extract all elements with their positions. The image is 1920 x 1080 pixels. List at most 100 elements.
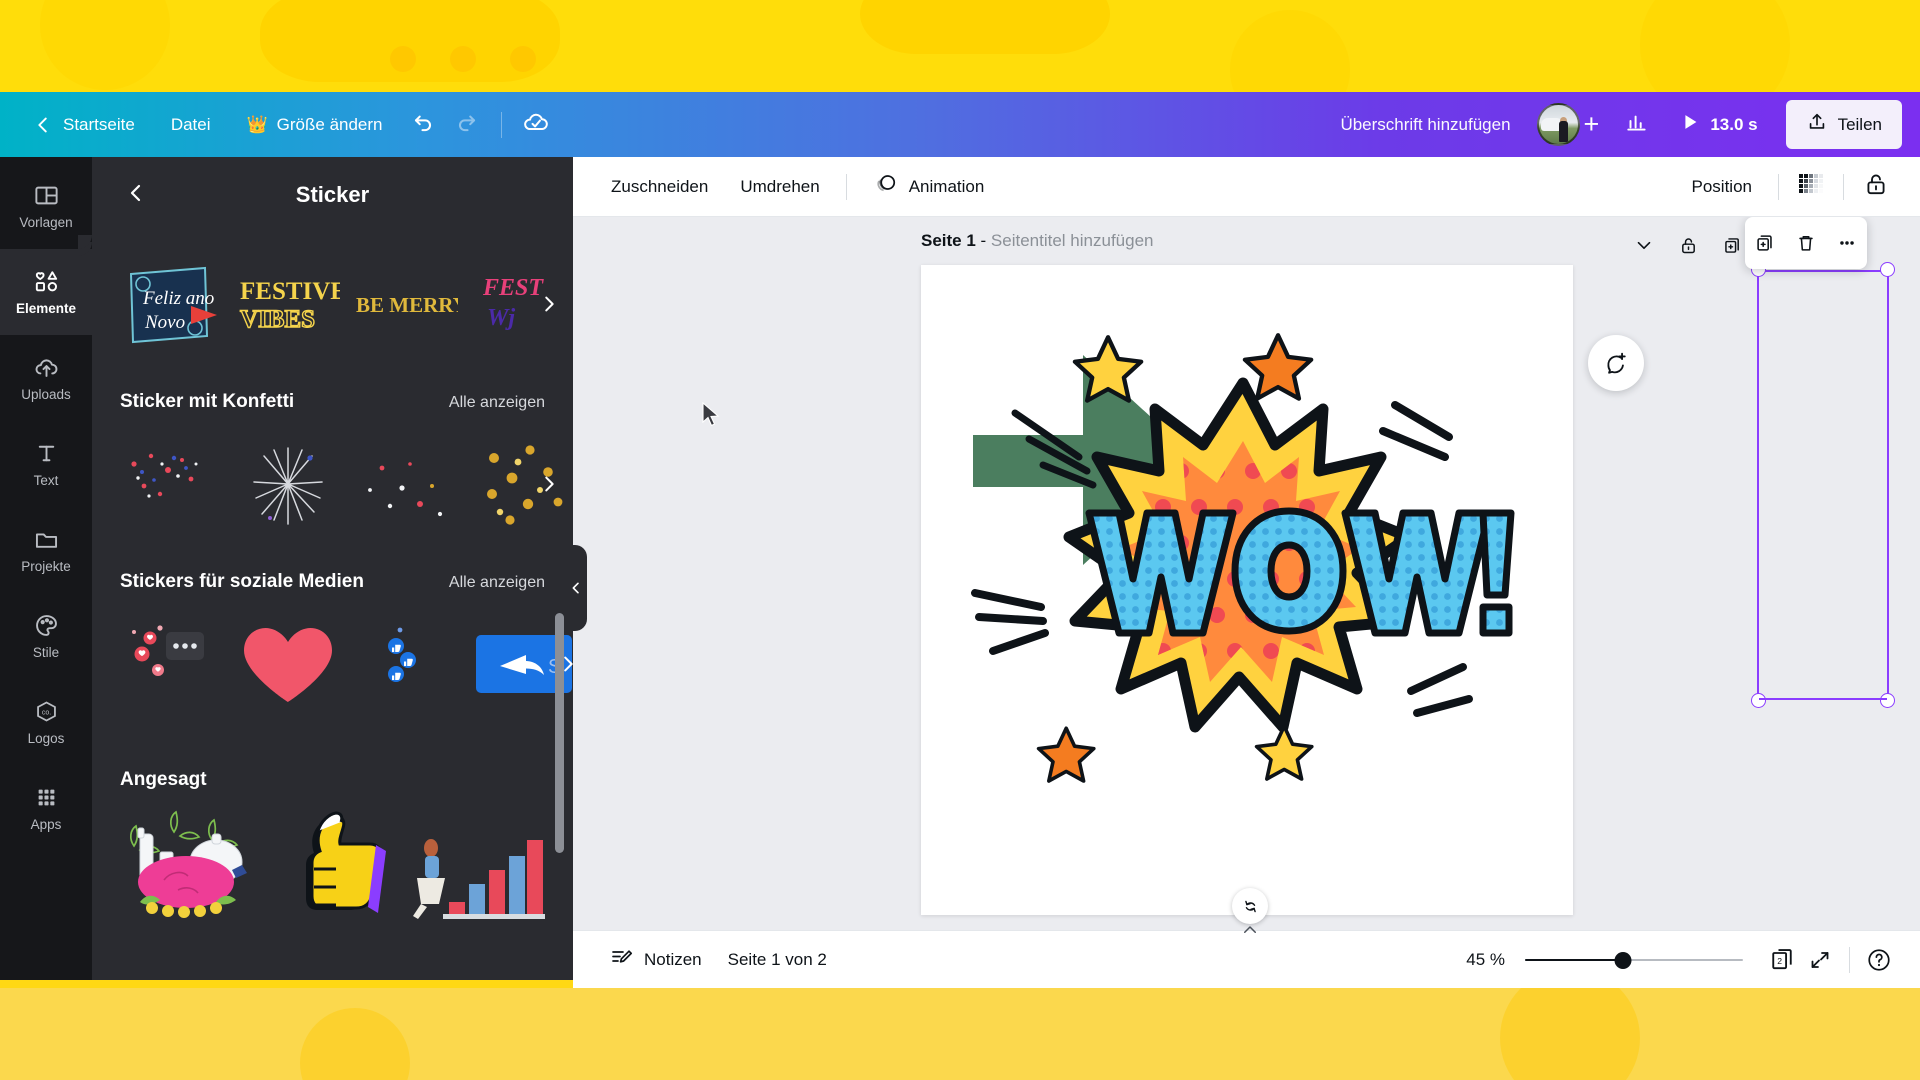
sidebar-item-label: Vorlagen (19, 215, 73, 230)
upload-cloud-icon (33, 354, 60, 381)
apps-grid-icon (33, 784, 60, 811)
sticker-thumb-confetti-scatter[interactable] (116, 430, 224, 538)
svg-text:Feliz ano: Feliz ano (142, 288, 214, 309)
cloud-check-icon (522, 108, 550, 141)
position-button[interactable]: Position (1676, 169, 1768, 205)
sticker-thumb-red-heart[interactable] (234, 610, 342, 718)
wow-comic-burst-artwork[interactable] (921, 265, 1573, 915)
sidebar-item-logos[interactable]: co. Logos (0, 679, 92, 765)
flip-label: Umdrehen (740, 176, 820, 196)
sticker-row-konfetti[interactable] (92, 425, 573, 543)
sidebar-item-elemente[interactable]: Elemente (0, 235, 92, 335)
chevron-left-icon (32, 114, 54, 136)
resize-handle-top-right[interactable] (1880, 262, 1895, 277)
resize-button[interactable]: 👑 Größe ändern (229, 107, 401, 143)
undo-button[interactable] (401, 103, 445, 147)
collaborators-group[interactable]: + (1533, 99, 1610, 150)
sticker-thumb-be-merry[interactable]: BE MERRY (352, 250, 460, 358)
see-all-link[interactable]: Alle anzeigen (449, 574, 545, 592)
section-header-konfetti: Sticker mit Konfetti Alle anzeigen (92, 391, 573, 413)
sidebar-item-label: Text (33, 473, 59, 488)
panel-back-button[interactable] (114, 173, 158, 217)
sticker-thumb-roast-turkey[interactable] (116, 808, 266, 928)
sidebar-item-text[interactable]: Text (0, 421, 92, 507)
svg-text:Wj: Wj (487, 305, 515, 331)
sticker-thumb-feliz-ano-novo[interactable]: Feliz ano Novo (116, 250, 224, 358)
avatar (1536, 103, 1580, 146)
toolbar-divider (845, 173, 847, 200)
panel-scrollbar[interactable] (555, 613, 564, 853)
svg-text:FESTIVE: FESTIVE (240, 278, 340, 305)
help-button[interactable] (1860, 941, 1898, 979)
element-selection-box (1751, 262, 1895, 708)
palette-icon (33, 612, 60, 639)
zoom-slider[interactable] (1525, 948, 1743, 972)
sidebar-item-label: Apps (30, 817, 62, 832)
sidebar-item-projekte[interactable]: Projekte (0, 507, 92, 593)
collapse-canvas-button[interactable] (1232, 920, 1268, 940)
sticker-row-next-button[interactable] (535, 465, 563, 503)
sticker-thumb-firework-burst[interactable] (234, 430, 342, 538)
sidebar-item-apps[interactable]: Apps (0, 765, 92, 851)
sticker-row-soziale-medien[interactable]: S (92, 605, 573, 723)
saved-status-button[interactable] (514, 103, 558, 147)
bar-chart-icon (1624, 109, 1650, 140)
panel-collapse-button[interactable] (565, 545, 587, 631)
share-button[interactable]: Teilen (1785, 100, 1902, 149)
sticker-thumb-thumbs-up-reactions[interactable] (352, 610, 460, 718)
page-manager-button[interactable]: 2 (1763, 941, 1801, 979)
sticker-thumb-sparkle-dots[interactable] (352, 430, 460, 538)
elements-icon (33, 268, 60, 295)
sticker-row-next-button[interactable] (535, 285, 563, 323)
design-page[interactable] (921, 265, 1573, 915)
page-count-label: Seite 1 von 2 (727, 949, 827, 969)
sidebar-item-uploads[interactable]: Uploads (0, 335, 92, 421)
redo-button[interactable] (445, 103, 489, 147)
text-icon (33, 440, 60, 467)
toolbar-divider (1843, 173, 1844, 200)
undo-icon (410, 109, 436, 140)
sidebar-item-stile[interactable]: Stile (0, 593, 92, 679)
resize-handle-bottom-right[interactable] (1880, 693, 1895, 708)
design-title-input[interactable]: Überschrift hinzufügen (1324, 106, 1526, 144)
collapse-page-icon[interactable] (1624, 225, 1664, 265)
crop-label: Zuschneiden (611, 176, 709, 196)
panel-body[interactable]: Festliche Sticker Alle anzeigen Feliz an… (92, 233, 573, 980)
sticker-row-festliche[interactable]: Feliz ano Novo FESTIVE VIBES BE MERRY FE… (92, 245, 573, 363)
notes-icon (609, 945, 633, 974)
insights-button[interactable] (1615, 103, 1659, 147)
sticker-thumb-heart-reactions[interactable] (116, 610, 224, 718)
delete-element-button[interactable] (1789, 226, 1823, 260)
sidebar-item-label: Stile (32, 645, 60, 660)
sticker-thumb-growth-chart[interactable] (406, 808, 546, 928)
home-label: Startseite (63, 114, 135, 134)
file-menu-button[interactable]: Datei (153, 107, 229, 143)
flip-button[interactable]: Umdrehen (724, 169, 835, 205)
more-options-button[interactable] (1830, 226, 1864, 260)
notes-button[interactable]: Notizen (595, 937, 716, 982)
sticker-thumb-festive-vibes[interactable]: FESTIVE VIBES (234, 250, 342, 358)
add-comment-button[interactable] (1588, 335, 1644, 391)
sticker-row-angesagt[interactable] (92, 803, 573, 933)
bottombar-divider (1849, 946, 1850, 973)
resize-handle-bottom-left[interactable] (1751, 693, 1766, 708)
duplicate-element-button[interactable] (1748, 226, 1782, 260)
rotate-handle[interactable] (1232, 888, 1268, 924)
page-title-row[interactable]: Seite 1 - Seitentitel hinzufügen (921, 231, 1153, 251)
lock-button[interactable] (1854, 165, 1898, 209)
fullscreen-button[interactable] (1801, 941, 1839, 979)
lock-page-icon[interactable] (1668, 225, 1708, 265)
sticker-thumb-thumbs-up-hand[interactable] (276, 808, 396, 928)
crop-button[interactable]: Zuschneiden (595, 169, 724, 205)
transparency-button[interactable] (1789, 165, 1833, 209)
top-app-bar: Startseite Datei 👑 Größe ändern Überschr… (0, 92, 1920, 157)
see-all-link[interactable]: Alle anzeigen (449, 394, 545, 412)
canvas-work-area[interactable]: Seite 1 - Seitentitel hinzufügen (573, 217, 1920, 930)
home-button[interactable]: Startseite (14, 106, 153, 144)
notes-label: Notizen (644, 949, 702, 969)
pages-count-label: 2 (1777, 956, 1782, 966)
zoom-slider-knob[interactable] (1614, 951, 1632, 969)
preview-play-button[interactable]: 13.0 s (1665, 103, 1771, 146)
expand-icon (1811, 951, 1829, 968)
animation-button[interactable]: Animation (857, 163, 1001, 210)
